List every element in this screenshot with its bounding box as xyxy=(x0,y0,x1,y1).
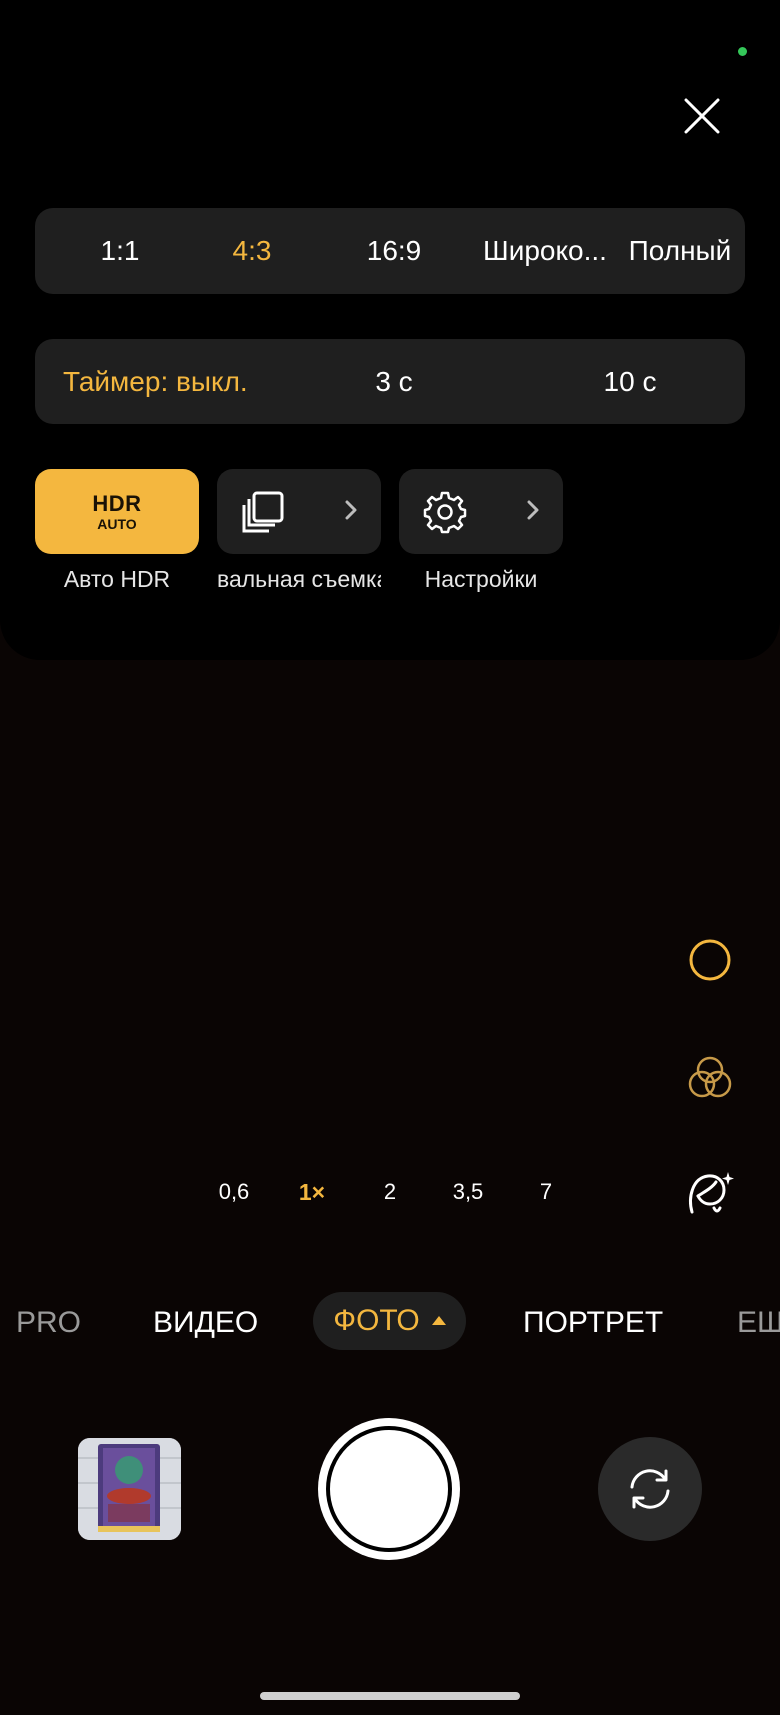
timer-selector: Таймер: выкл. 3 с 10 с xyxy=(35,339,745,424)
gallery-thumbnail[interactable] xyxy=(78,1438,181,1540)
close-icon xyxy=(684,98,720,134)
focus-ring-button[interactable] xyxy=(686,936,734,984)
ratio-full[interactable]: Полный xyxy=(620,208,740,294)
close-button[interactable] xyxy=(682,96,722,136)
mode-photo[interactable]: ФОТО xyxy=(313,1292,466,1350)
ratio-4-3[interactable]: 4:3 xyxy=(197,208,307,294)
mode-more[interactable]: ЕЩЕ xyxy=(737,1295,780,1350)
burst-stack-icon xyxy=(242,491,284,533)
timer-10s[interactable]: 10 с xyxy=(575,339,685,424)
burst-mode-button[interactable] xyxy=(217,469,381,554)
hdr-label: HDR xyxy=(92,490,142,516)
last-photo-image xyxy=(78,1438,181,1540)
quick-settings-panel xyxy=(0,0,780,660)
focus-ring-icon xyxy=(689,939,731,981)
zoom-1x[interactable]: 1× xyxy=(292,1168,332,1216)
settings-caption: Настройки xyxy=(424,566,538,592)
camera-switch-icon xyxy=(630,1469,670,1509)
zoom-0-6[interactable]: 0,6 xyxy=(209,1168,259,1216)
gear-icon xyxy=(423,491,467,534)
timer-3s[interactable]: 3 с xyxy=(339,339,449,424)
zoom-2[interactable]: 2 xyxy=(370,1168,410,1216)
settings-button[interactable] xyxy=(399,469,563,554)
aspect-ratio-selector: 1:1 4:3 16:9 Широко... Полный xyxy=(35,208,745,294)
caret-up-icon xyxy=(431,1315,446,1325)
ratio-1-1[interactable]: 1:1 xyxy=(65,208,175,294)
zoom-3-5[interactable]: 3,5 xyxy=(443,1168,493,1216)
chevron-right-icon xyxy=(527,500,539,520)
ratio-wide[interactable]: Широко... xyxy=(465,208,625,294)
camera-switch-button[interactable] xyxy=(598,1437,702,1541)
beauty-button[interactable] xyxy=(686,1168,734,1216)
filters-button[interactable] xyxy=(686,1054,734,1102)
home-indicator[interactable] xyxy=(260,1692,520,1700)
zoom-7[interactable]: 7 xyxy=(526,1168,566,1216)
privacy-indicator-dot xyxy=(738,47,747,56)
shutter-inner-ring xyxy=(326,1426,452,1552)
timer-off[interactable]: Таймер: выкл. xyxy=(63,339,253,424)
shutter-button[interactable] xyxy=(318,1418,460,1560)
burst-caption: вальная съемка xyxy=(217,566,381,592)
mode-portrait[interactable]: ПОРТРЕТ xyxy=(523,1295,663,1350)
chevron-right-icon xyxy=(345,500,357,520)
hdr-auto-button[interactable]: HDR AUTO xyxy=(35,469,199,554)
hdr-auto-label: AUTO xyxy=(97,515,137,532)
ratio-16-9[interactable]: 16:9 xyxy=(339,208,449,294)
beauty-icon xyxy=(689,1172,734,1214)
mode-pro[interactable]: PRO xyxy=(16,1295,81,1350)
hdr-caption: Авто HDR xyxy=(63,566,171,592)
mode-photo-label: ФОТО xyxy=(333,1304,420,1337)
filters-icon xyxy=(688,1056,732,1098)
mode-video[interactable]: ВИДЕО xyxy=(153,1295,258,1350)
